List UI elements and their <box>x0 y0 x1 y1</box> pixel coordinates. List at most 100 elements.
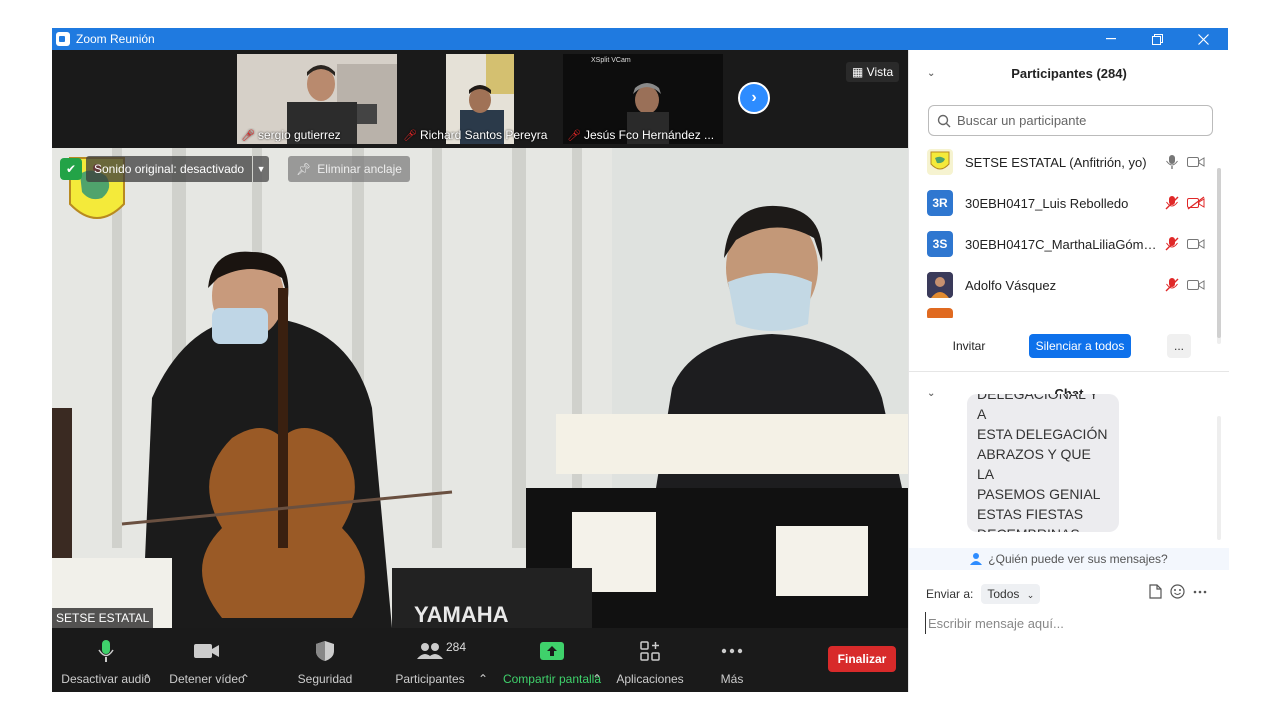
muted-mic-icon[interactable] <box>1165 196 1179 210</box>
participant-name: 30EBH0417_Luis Rebolledo <box>965 195 1129 211</box>
participants-count: 284 <box>446 640 467 654</box>
chat-message-text: DELEGACIONAL Y A ESTA DELEGACIÓN ABRAZOS… <box>977 394 1108 532</box>
next-page-button[interactable]: › <box>738 82 770 114</box>
microphone-icon <box>98 640 114 662</box>
send-to-row: Enviar a: Todos ⌄ <box>926 584 1041 604</box>
search-icon <box>937 114 951 127</box>
participants-chevron-icon[interactable]: ⌃ <box>478 628 488 692</box>
video-camera-icon <box>194 644 219 658</box>
share-options-chevron-icon[interactable]: ⌃ <box>592 628 602 692</box>
chevron-down-icon[interactable]: ⌄ <box>927 68 935 79</box>
window-title: Zoom Reunión <box>76 32 155 46</box>
apps-button[interactable]: Aplicaciones <box>612 628 688 692</box>
meeting-toolbar: Desactivar audio ⌃ Detener vídeo ⌃ Segur… <box>52 628 908 692</box>
video-options-chevron-icon[interactable]: ⌃ <box>240 628 250 692</box>
xsplit-label: XSplit VCam <box>591 57 631 64</box>
main-video-feed: YAMAHA <box>52 148 908 628</box>
participants-scrollbar[interactable] <box>1217 168 1221 338</box>
speaker-name-label: SETSE ESTATAL <box>52 608 154 628</box>
mute-button[interactable]: Desactivar audio <box>60 628 152 692</box>
participant-thumbnail[interactable]: 🎤︎ sergio gutierrez <box>237 54 397 144</box>
shield-icon: ✔ <box>60 158 82 180</box>
participant-row[interactable]: SETSE ESTATAL (Anfitrión, yo) <box>909 142 1219 182</box>
svg-text:YAMAHA: YAMAHA <box>414 602 509 627</box>
participant-name: 30EBH0417C_MarthaLiliaGómez... <box>965 236 1161 252</box>
avatar <box>927 308 953 318</box>
original-sound-control: ✔ Sonido original: desactivado ▼ <box>60 156 270 182</box>
title-bar: Zoom Reunión <box>52 28 1228 50</box>
participant-row[interactable]: 3S 30EBH0417C_MarthaLiliaGómez... <box>909 224 1219 264</box>
more-options-button[interactable]: ... <box>1167 334 1191 358</box>
file-icon[interactable] <box>1149 584 1162 599</box>
more-dots-icon <box>721 648 743 654</box>
chat-message-input[interactable]: Escribir mensaje aquí... <box>925 612 1215 634</box>
avatar: 3R <box>927 190 953 216</box>
divider <box>909 371 1229 372</box>
participants-button[interactable]: Participantes <box>390 628 470 692</box>
stop-video-button[interactable]: Detener vídeo <box>166 628 248 692</box>
muted-mic-icon[interactable] <box>1165 278 1179 292</box>
participant-name: SETSE ESTATAL (Anfitrión, yo) <box>965 154 1147 170</box>
thumbnail-name: 🎤︎ sergio gutierrez <box>241 128 341 142</box>
chat-actions <box>1149 584 1207 599</box>
avatar-photo <box>927 272 953 298</box>
muted-mic-icon: 🎤︎ <box>567 130 581 142</box>
restore-button[interactable] <box>1134 28 1180 50</box>
who-can-see-link[interactable]: ¿Quién puede ver sus mensajes? <box>909 548 1229 570</box>
pin-icon: 📌︎ <box>296 162 312 176</box>
participant-row[interactable]: Adolfo Vásquez <box>909 265 1219 305</box>
security-button[interactable]: Seguridad <box>290 628 360 692</box>
participant-search-input[interactable]: Buscar un participante <box>928 105 1213 136</box>
chevron-down-icon[interactable]: ⌄ <box>927 388 935 399</box>
original-sound-button[interactable]: Sonido original: desactivado <box>86 156 253 182</box>
minimize-button[interactable] <box>1088 28 1134 50</box>
end-meeting-button[interactable]: Finalizar <box>828 646 896 672</box>
minimize-icon <box>1106 38 1116 40</box>
avatar <box>927 272 953 298</box>
participants-header: ⌄ Participantes (284) <box>927 65 1127 81</box>
muted-mic-icon: 🎤︎ <box>403 130 417 142</box>
share-screen-button[interactable]: Compartir pantalla <box>498 628 606 692</box>
chat-message: DELEGACIONAL Y A ESTA DELEGACIÓN ABRAZOS… <box>967 394 1119 532</box>
thumbnail-strip: 🎤︎ sergio gutierrez 🎤︎ Richard Santos Pere… <box>52 50 908 148</box>
muted-mic-icon[interactable] <box>1165 237 1179 251</box>
apps-icon <box>640 641 660 661</box>
thumbnail-label: 🎤︎ Richard Santos Pereyra <box>403 128 548 142</box>
more-dots-icon[interactable] <box>1193 590 1207 594</box>
main-video: YAMAHA ✔ Sonido original: desactivado ▼ … <box>52 148 908 628</box>
video-area: 🎤︎ sergio gutierrez 🎤︎ Richard Santos Pere… <box>52 50 908 692</box>
chevron-right-icon: › <box>751 89 757 106</box>
participant-thumbnail[interactable]: XSplit VCam 🎤︎ Jesús Fco Hernández ... <box>563 54 723 144</box>
emoji-icon[interactable] <box>1170 584 1185 599</box>
more-button[interactable]: Más <box>708 628 756 692</box>
share-screen-icon <box>540 642 564 660</box>
microphone-icon[interactable] <box>1165 155 1179 169</box>
participant-name: Adolfo Vásquez <box>965 277 1057 293</box>
grid-icon: ▦ <box>852 65 867 79</box>
restore-icon <box>1151 33 1163 45</box>
close-button[interactable] <box>1180 28 1226 50</box>
participant-row[interactable]: 3R 30EBH0417_Luis Rebolledo <box>909 183 1219 223</box>
video-camera-icon[interactable] <box>1187 237 1205 251</box>
video-camera-icon[interactable] <box>1187 278 1205 292</box>
invite-button[interactable]: Invitar <box>945 334 993 358</box>
setse-logo-icon <box>930 151 950 170</box>
video-off-icon[interactable] <box>1187 196 1205 210</box>
thumbnail-name: 🎤︎ Jesús Fco Hernández ... <box>567 128 715 142</box>
avatar <box>927 149 953 175</box>
side-panel: ⌄ Participantes (284) Buscar un particip… <box>908 50 1229 692</box>
participants-icon <box>417 643 443 659</box>
chevron-down-icon[interactable]: ▼ <box>253 156 270 182</box>
mute-all-button[interactable]: Silenciar a todos <box>1029 334 1131 358</box>
view-button[interactable]: ▦ Vista <box>846 62 900 82</box>
chat-scroll-track[interactable] <box>1217 416 1221 540</box>
muted-mic-icon: 🎤︎ <box>241 130 255 142</box>
participant-row-partial[interactable] <box>909 306 1219 318</box>
unpin-button[interactable]: 📌︎ Eliminar anclaje <box>288 156 410 182</box>
audio-options-chevron-icon[interactable]: ⌃ <box>142 628 152 692</box>
video-camera-icon[interactable] <box>1187 155 1205 169</box>
chevron-down-icon: ⌄ <box>1026 590 1035 600</box>
send-to-dropdown[interactable]: Todos ⌄ <box>981 584 1041 604</box>
person-lock-icon <box>970 553 983 565</box>
participants-list: SETSE ESTATAL (Anfitrión, yo) 3R 30EBH04… <box>909 142 1229 318</box>
